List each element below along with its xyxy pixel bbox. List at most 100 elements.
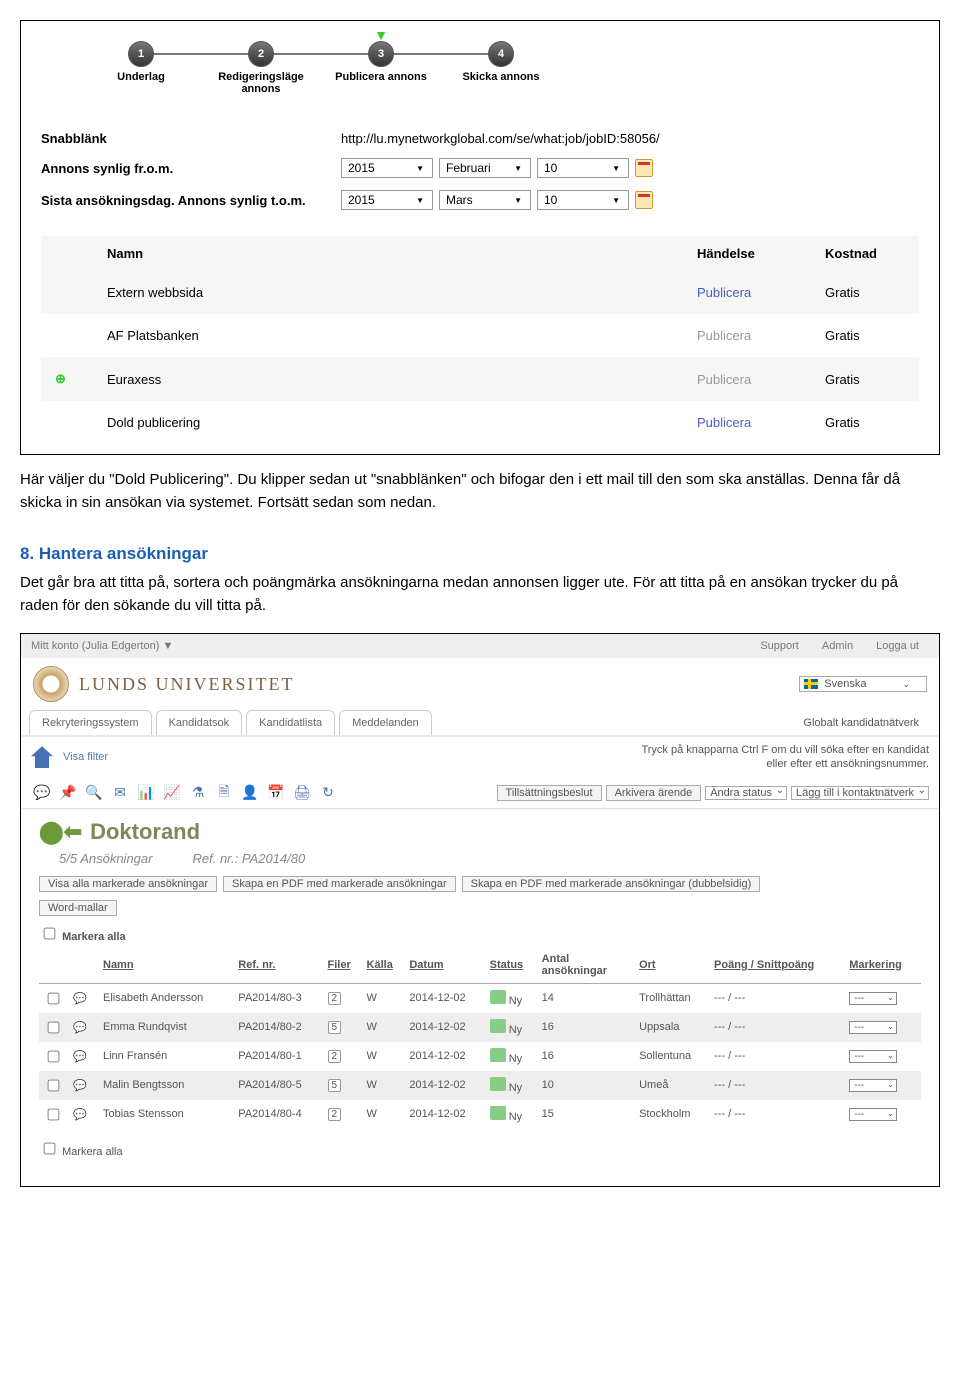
mark-select[interactable]: ---: [849, 1079, 897, 1092]
publish-action[interactable]: Publicera: [683, 314, 811, 357]
applicant-date: 2014-12-02: [405, 1100, 485, 1129]
user-icon[interactable]: 👤: [239, 782, 261, 804]
section-heading: 8. Hantera ansökningar: [20, 544, 940, 564]
markera-alla-label: Markera alla: [62, 931, 126, 943]
file-count[interactable]: 2: [328, 992, 342, 1005]
file-count[interactable]: 2: [328, 1108, 342, 1121]
tab-rekryteringssystem[interactable]: Rekryteringssystem: [29, 710, 152, 735]
from-month-select[interactable]: Februari▼: [439, 158, 531, 178]
channel-row[interactable]: Extern webbsidaPubliceraGratis: [41, 271, 919, 314]
skapa-pdf-dubbel-button[interactable]: Skapa en PDF med markerade ansökningar (…: [462, 876, 761, 892]
applicant-count: 15: [538, 1100, 635, 1129]
mark-select[interactable]: ---: [849, 1050, 897, 1063]
chart-icon[interactable]: 📊: [135, 782, 157, 804]
recruitment-panel: Mitt konto (Julia Edgerton) ▼ Support Ad…: [20, 633, 940, 1187]
speech-icon[interactable]: 💬: [73, 1080, 87, 1092]
step-3[interactable]: ▼ 3 Publicera annons: [321, 41, 441, 83]
status-select[interactable]: Ändra status: [705, 786, 787, 800]
chart2-icon[interactable]: 📈: [161, 782, 183, 804]
markera-alla-checkbox[interactable]: [44, 927, 56, 939]
speech-icon[interactable]: 💬: [73, 1109, 87, 1121]
applicant-row[interactable]: 💬Elisabeth AnderssonPA2014/80-32W2014-12…: [39, 983, 921, 1013]
speech-icon[interactable]: 💬: [73, 1022, 87, 1034]
channels-table: Namn Händelse Kostnad Extern webbsidaPub…: [41, 236, 919, 444]
print-icon[interactable]: 🖨: [291, 782, 313, 804]
kontakt-select[interactable]: Lägg till i kontaktnätverk: [791, 786, 929, 800]
row-checkbox[interactable]: [48, 1021, 60, 1033]
speech-icon[interactable]: 💬: [31, 782, 53, 804]
plus-icon[interactable]: ⊕: [55, 371, 66, 386]
applicants-table: Namn Ref. nr. Filer Källa Datum Status A…: [39, 947, 921, 1129]
chevron-down-icon: ▼: [514, 196, 522, 205]
status-pill-icon: [490, 990, 506, 1004]
from-day-select[interactable]: 10▼: [537, 158, 629, 178]
tab-kandidatsok[interactable]: Kandidatsok: [156, 710, 243, 735]
tab-kandidatlista[interactable]: Kandidatlista: [246, 710, 335, 735]
step-2[interactable]: 2 Redigeringsläge annons: [201, 41, 321, 95]
row-checkbox[interactable]: [48, 1050, 60, 1062]
to-day-select[interactable]: 10▼: [537, 190, 629, 210]
admin-link[interactable]: Admin: [822, 640, 853, 652]
applicant-city: Sollentuna: [635, 1042, 710, 1071]
calendar-icon[interactable]: [635, 159, 653, 177]
publish-action[interactable]: Publicera: [683, 271, 811, 314]
logout-link[interactable]: Logga ut: [876, 640, 919, 652]
step-1[interactable]: 1 Underlag: [81, 41, 201, 83]
applicant-city: Stockholm: [635, 1100, 710, 1129]
from-year-select[interactable]: 2015▼: [341, 158, 433, 178]
skapa-pdf-button[interactable]: Skapa en PDF med markerade ansökningar: [223, 876, 456, 892]
file-count[interactable]: 5: [328, 1079, 342, 1092]
publish-action[interactable]: Publicera: [683, 357, 811, 401]
search-icon[interactable]: 🔍: [83, 782, 105, 804]
back-arrow-icon[interactable]: ⬤⬅: [39, 819, 82, 845]
tab-globalt[interactable]: Globalt kandidatnätverk: [791, 711, 931, 735]
language-select[interactable]: Svenska ⌄: [799, 676, 927, 692]
col-event: Händelse: [683, 236, 811, 271]
mark-select[interactable]: ---: [849, 1021, 897, 1034]
mark-select[interactable]: ---: [849, 992, 897, 1005]
to-month-select[interactable]: Mars▼: [439, 190, 531, 210]
channel-row[interactable]: Dold publiceringPubliceraGratis: [41, 401, 919, 444]
applicant-name: Tobias Stensson: [99, 1100, 234, 1129]
calendar-icon[interactable]: [635, 191, 653, 209]
applicant-date: 2014-12-02: [405, 1071, 485, 1100]
home-icon[interactable]: [31, 746, 53, 768]
channel-row[interactable]: ⊕EuraxessPubliceraGratis: [41, 357, 919, 401]
pin-icon[interactable]: 📌: [57, 782, 79, 804]
row-checkbox[interactable]: [48, 992, 60, 1004]
applicant-row[interactable]: 💬Tobias StenssonPA2014/80-42W2014-12-02 …: [39, 1100, 921, 1129]
applicant-row[interactable]: 💬Malin BengtssonPA2014/80-55W2014-12-02 …: [39, 1071, 921, 1100]
visa-alla-button[interactable]: Visa alla markerade ansökningar: [39, 876, 217, 892]
file-count[interactable]: 5: [328, 1021, 342, 1034]
support-link[interactable]: Support: [760, 640, 799, 652]
step-4[interactable]: 4 Skicka annons: [441, 41, 561, 83]
calendar-icon[interactable]: 📅: [265, 782, 287, 804]
applicant-name: Emma Rundqvist: [99, 1013, 234, 1042]
to-year-select[interactable]: 2015▼: [341, 190, 433, 210]
applicant-date: 2014-12-02: [405, 983, 485, 1013]
row-checkbox[interactable]: [48, 1079, 60, 1091]
applicant-source: W: [363, 1071, 406, 1100]
mark-select[interactable]: ---: [849, 1108, 897, 1121]
arkivera-button[interactable]: Arkivera ärende: [606, 785, 702, 801]
visa-filter-link[interactable]: Visa filter: [63, 751, 108, 763]
row-checkbox[interactable]: [48, 1108, 60, 1120]
applicant-row[interactable]: 💬Emma RundqvistPA2014/80-25W2014-12-02 N…: [39, 1013, 921, 1042]
publish-panel: 1 Underlag 2 Redigeringsläge annons ▼ 3 …: [20, 20, 940, 455]
speech-icon[interactable]: 💬: [73, 993, 87, 1005]
speech-icon[interactable]: 💬: [73, 1051, 87, 1063]
tillsattning-button[interactable]: Tillsättningsbeslut: [497, 785, 602, 801]
refresh-icon[interactable]: ↻: [317, 782, 339, 804]
channel-row[interactable]: AF PlatsbankenPubliceraGratis: [41, 314, 919, 357]
applicant-row[interactable]: 💬Linn FransénPA2014/80-12W2014-12-02 Ny1…: [39, 1042, 921, 1071]
account-menu[interactable]: Mitt konto (Julia Edgerton) ▼: [31, 640, 173, 652]
filter-icon[interactable]: ⚗: [187, 782, 209, 804]
to-label: Sista ansökningsdag. Annons synlig t.o.m…: [41, 193, 341, 208]
word-mallar-button[interactable]: Word-mallar: [39, 900, 117, 916]
mail-icon[interactable]: ✉: [109, 782, 131, 804]
markera-alla-checkbox-bottom[interactable]: [44, 1142, 56, 1154]
publish-action[interactable]: Publicera: [683, 401, 811, 444]
tab-meddelanden[interactable]: Meddelanden: [339, 710, 432, 735]
file-count[interactable]: 2: [328, 1050, 342, 1063]
doc-icon[interactable]: 🗎: [213, 782, 235, 804]
